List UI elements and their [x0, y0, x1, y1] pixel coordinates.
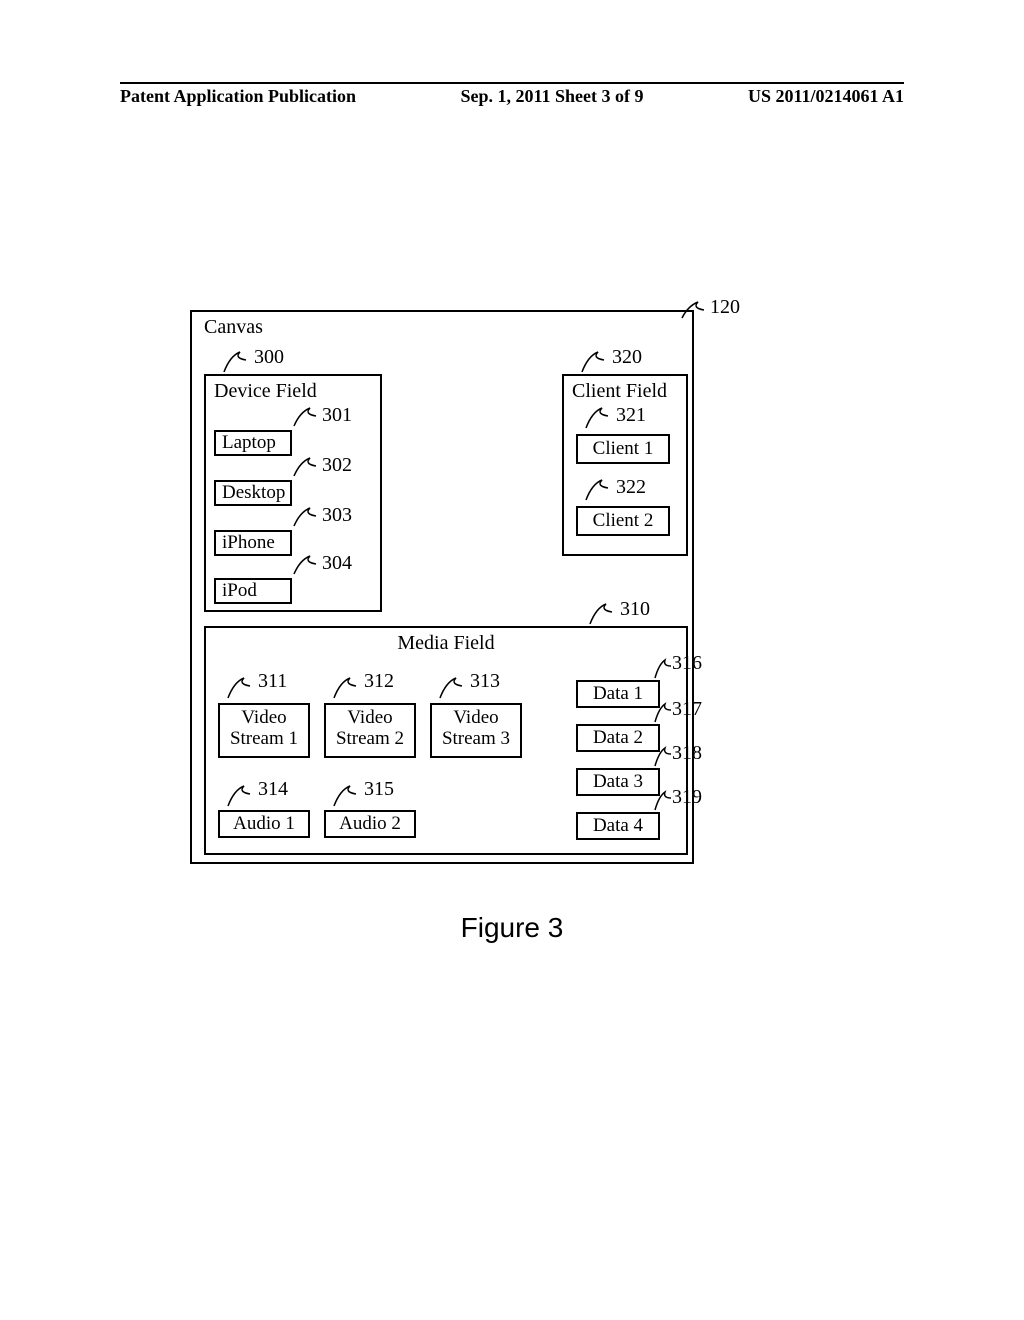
audio-2: Audio 2: [324, 810, 416, 838]
device-iphone: iPhone: [214, 530, 292, 556]
data-4: Data 4: [576, 812, 660, 840]
ref-319: 319: [672, 786, 702, 809]
ref-313: 313: [470, 670, 500, 693]
client-2: Client 2: [576, 506, 670, 536]
figure-container: Canvas 300 Device Field Laptop Desktop i…: [190, 310, 710, 864]
data-1: Data 1: [576, 680, 660, 708]
header-left: Patent Application Publication: [120, 86, 356, 107]
device-laptop: Laptop: [214, 430, 292, 456]
device-ipod: iPod: [214, 578, 292, 604]
video-stream-1: Video Stream 1: [218, 703, 310, 758]
ref-315: 315: [364, 778, 394, 801]
ref-316: 316: [672, 652, 702, 675]
device-desktop: Desktop: [214, 480, 292, 506]
media-field: Media Field Video Stream 1 Video Stream …: [204, 626, 688, 855]
figure-caption: Figure 3: [0, 912, 1024, 944]
client-1: Client 1: [576, 434, 670, 464]
client-field: Client Field Client 1 Client 2: [562, 374, 688, 556]
ref-318: 318: [672, 742, 702, 765]
ref-301: 301: [322, 404, 352, 427]
client-field-label: Client Field: [572, 380, 667, 403]
video-stream-2: Video Stream 2: [324, 703, 416, 758]
video-stream-3: Video Stream 3: [430, 703, 522, 758]
ref-314: 314: [258, 778, 288, 801]
ref-310: 310: [620, 598, 650, 621]
header-center: Sep. 1, 2011 Sheet 3 of 9: [460, 86, 643, 107]
data-3: Data 3: [576, 768, 660, 796]
audio-1: Audio 1: [218, 810, 310, 838]
ref-320: 320: [612, 346, 642, 369]
device-field-label: Device Field: [214, 380, 317, 403]
ref-311: 311: [258, 670, 287, 693]
ref-321: 321: [616, 404, 646, 427]
media-field-label: Media Field: [206, 632, 686, 655]
ref-322: 322: [616, 476, 646, 499]
data-2: Data 2: [576, 724, 660, 752]
header-right: US 2011/0214061 A1: [748, 86, 904, 107]
canvas: Canvas 300 Device Field Laptop Desktop i…: [190, 310, 694, 864]
ref-120: 120: [710, 296, 740, 319]
canvas-label: Canvas: [204, 316, 263, 339]
ref-300: 300: [254, 346, 284, 369]
ref-312: 312: [364, 670, 394, 693]
ref-303: 303: [322, 504, 352, 527]
ref-317: 317: [672, 698, 702, 721]
ref-302: 302: [322, 454, 352, 477]
ref-304: 304: [322, 552, 352, 575]
page-header: Patent Application Publication Sep. 1, 2…: [120, 82, 904, 107]
